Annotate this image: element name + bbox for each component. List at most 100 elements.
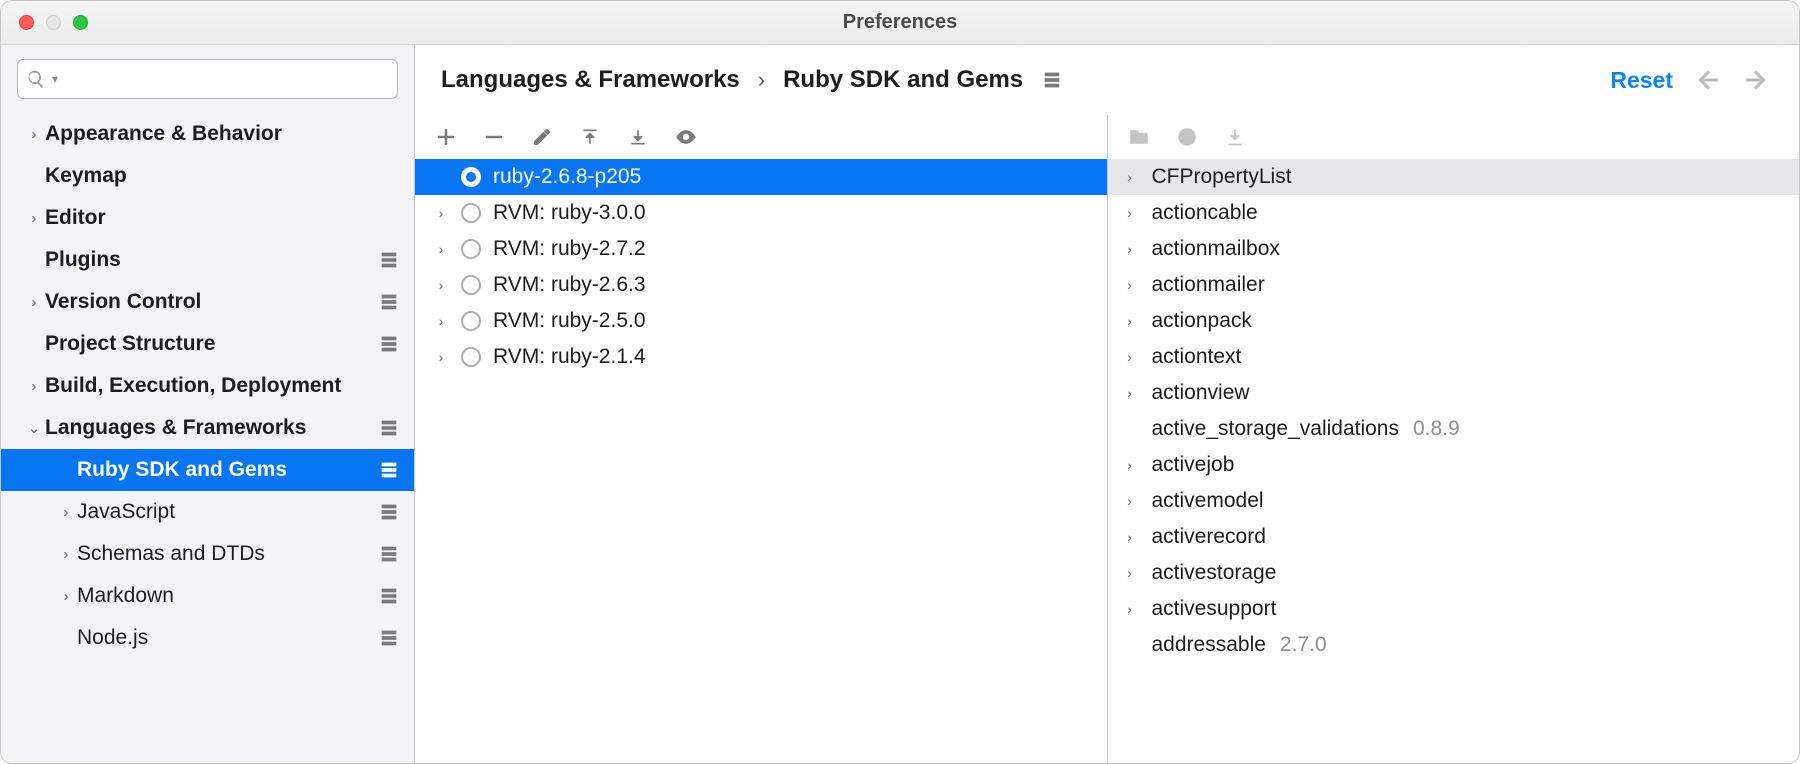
gem-row[interactable]: ›CFPropertyList <box>1108 159 1800 195</box>
gem-name: actionmailer <box>1152 273 1265 297</box>
edit-sdk-button[interactable] <box>529 124 555 150</box>
gem-row[interactable]: ›activemodel <box>1108 483 1800 519</box>
gem-row[interactable]: ›activejob <box>1108 447 1800 483</box>
sidebar-item[interactable]: ›Markdown <box>1 575 414 617</box>
project-scope-icon <box>378 417 400 439</box>
sidebar-item[interactable]: ›Editor <box>1 197 414 239</box>
disclosure-icon: › <box>55 546 77 563</box>
minimize-icon[interactable] <box>46 15 61 30</box>
sidebar-item-label: Ruby SDK and Gems <box>77 458 378 482</box>
gem-row[interactable]: ›actiontext <box>1108 339 1800 375</box>
disclosure-icon: › <box>433 349 449 365</box>
sidebar-item[interactable]: Node.js <box>1 617 414 659</box>
sidebar-item-label: Appearance & Behavior <box>45 122 414 146</box>
preferences-window: Preferences ▾ ›Appearance & BehaviorKeym… <box>0 0 1800 764</box>
forward-button[interactable] <box>1741 64 1773 96</box>
copy-path-button[interactable] <box>1174 124 1200 150</box>
disclosure-icon: › <box>1122 205 1138 221</box>
gem-row[interactable]: ›actionpack <box>1108 303 1800 339</box>
search-input[interactable]: ▾ <box>17 59 398 99</box>
disclosure-icon: › <box>1122 349 1138 365</box>
disclosure-icon: › <box>1122 565 1138 581</box>
gem-row[interactable]: ›actionview <box>1108 375 1800 411</box>
add-sdk-button[interactable] <box>433 124 459 150</box>
gem-name: activestorage <box>1152 561 1277 585</box>
sdk-row[interactable]: ›RVM: ruby-2.1.4 <box>415 339 1107 375</box>
disclosure-icon: › <box>55 504 77 521</box>
sidebar-item[interactable]: Ruby SDK and Gems <box>1 449 414 491</box>
gem-row[interactable]: ›activerecord <box>1108 519 1800 555</box>
disclosure-icon: › <box>1122 277 1138 293</box>
gem-row[interactable]: › actionmailer <box>1108 267 1800 303</box>
sdk-label: RVM: ruby-2.5.0 <box>493 309 646 333</box>
gem-name: activemodel <box>1152 489 1264 513</box>
gem-row[interactable]: › actioncable <box>1108 195 1800 231</box>
gem-name: actionmailbox <box>1152 237 1280 261</box>
sdk-toolbar <box>415 115 1107 159</box>
sdk-radio[interactable] <box>461 347 481 367</box>
sidebar-item[interactable]: ›Schemas and DTDs <box>1 533 414 575</box>
disclosure-icon: › <box>1122 241 1138 257</box>
gem-name: addressable <box>1152 633 1266 657</box>
move-up-button[interactable] <box>577 124 603 150</box>
gem-name: activesupport <box>1152 597 1277 621</box>
sdk-radio[interactable] <box>461 275 481 295</box>
gem-name: CFPropertyList <box>1152 165 1292 189</box>
project-scope-icon <box>378 249 400 271</box>
sidebar-item-label: JavaScript <box>77 500 378 524</box>
project-scope-icon <box>378 333 400 355</box>
gem-name: actioncable <box>1152 201 1258 225</box>
search-field[interactable] <box>64 68 389 91</box>
sdk-radio[interactable] <box>461 311 481 331</box>
disclosure-icon: › <box>23 210 45 227</box>
project-scope-icon <box>378 543 400 565</box>
reset-button[interactable]: Reset <box>1610 67 1673 94</box>
sdk-radio[interactable] <box>461 239 481 259</box>
sidebar-item[interactable]: ›Version Control <box>1 281 414 323</box>
download-docs-button[interactable] <box>1222 124 1248 150</box>
fullscreen-icon[interactable] <box>73 15 88 30</box>
sidebar-item[interactable]: Project Structure <box>1 323 414 365</box>
sidebar-item[interactable]: ›JavaScript <box>1 491 414 533</box>
gem-row[interactable]: › actionmailbox <box>1108 231 1800 267</box>
search-dropdown-icon[interactable]: ▾ <box>52 72 58 86</box>
open-folder-button[interactable] <box>1126 124 1152 150</box>
disclosure-icon: ⌄ <box>23 419 45 437</box>
sdk-radio[interactable] <box>461 203 481 223</box>
disclosure-icon: › <box>23 378 45 395</box>
sdk-row[interactable]: ›RVM: ruby-2.7.2 <box>415 231 1107 267</box>
sidebar-item[interactable]: Keymap <box>1 155 414 197</box>
sdk-row[interactable]: ›RVM: ruby-3.0.0 <box>415 195 1107 231</box>
back-button[interactable] <box>1691 64 1723 96</box>
sdk-row[interactable]: ›RVM: ruby-2.5.0 <box>415 303 1107 339</box>
gem-row[interactable]: ›addressable 2.7.0 <box>1108 627 1800 663</box>
breadcrumb-separator-icon: › <box>758 67 765 93</box>
disclosure-icon: › <box>1122 529 1138 545</box>
sidebar-item[interactable]: ›Build, Execution, Deployment <box>1 365 414 407</box>
breadcrumb-root[interactable]: Languages & Frameworks <box>441 66 740 94</box>
gem-row[interactable]: › activestorage <box>1108 555 1800 591</box>
remove-sdk-button[interactable] <box>481 124 507 150</box>
gem-row[interactable]: ›activesupport <box>1108 591 1800 627</box>
project-scope-icon <box>378 291 400 313</box>
gem-name: actionpack <box>1152 309 1252 333</box>
sdk-label: RVM: ruby-2.7.2 <box>493 237 646 261</box>
move-down-button[interactable] <box>625 124 651 150</box>
sidebar-item-label: Markdown <box>77 584 378 608</box>
sidebar-item[interactable]: ›Appearance & Behavior <box>1 113 414 155</box>
show-paths-button[interactable] <box>673 124 699 150</box>
settings-tree: ›Appearance & BehaviorKeymap›EditorPlugi… <box>1 113 414 659</box>
sidebar-item[interactable]: Plugins <box>1 239 414 281</box>
search-icon <box>26 69 46 89</box>
close-icon[interactable] <box>19 15 34 30</box>
gem-version: 2.7.0 <box>1280 633 1327 657</box>
sdk-label: RVM: ruby-2.6.3 <box>493 273 646 297</box>
gem-row[interactable]: ›active_storage_validations 0.8.9 <box>1108 411 1800 447</box>
gem-name: activejob <box>1152 453 1235 477</box>
sdk-row[interactable]: ›ruby-2.6.8-p205 <box>415 159 1107 195</box>
sdk-row[interactable]: ›RVM: ruby-2.6.3 <box>415 267 1107 303</box>
project-scope-icon <box>378 627 400 649</box>
sdk-radio[interactable] <box>461 167 481 187</box>
gem-name: actionview <box>1152 381 1250 405</box>
sidebar-item[interactable]: ⌄Languages & Frameworks <box>1 407 414 449</box>
